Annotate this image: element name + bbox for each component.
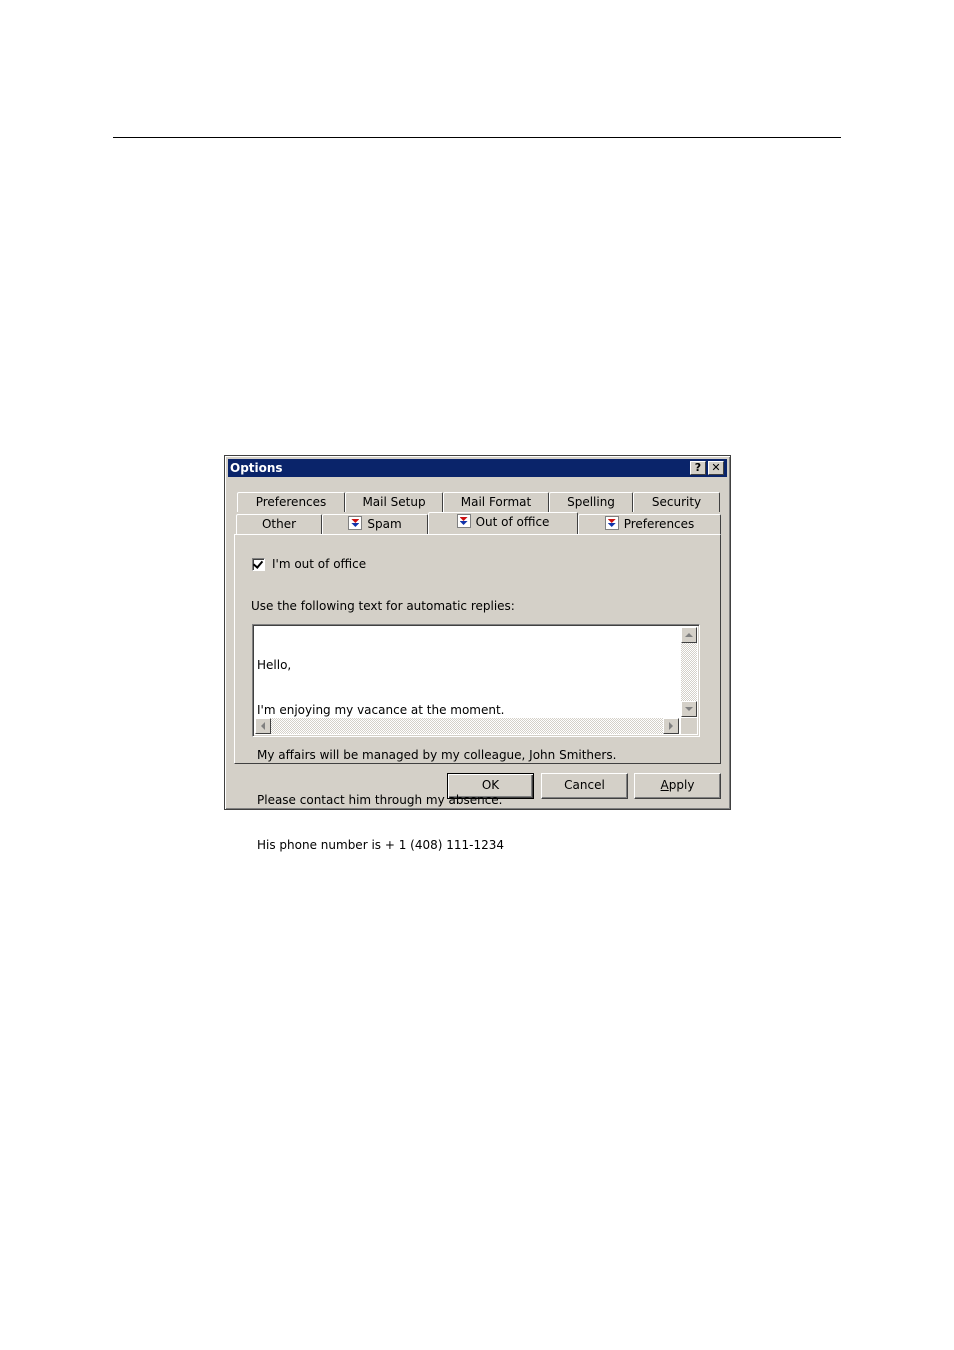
- reply-line: His phone number is + 1 (408) 111-1234: [257, 838, 505, 852]
- apply-label: Apply: [660, 778, 695, 792]
- arrow-left-icon: [257, 722, 265, 730]
- tab-other[interactable]: Other: [236, 514, 322, 534]
- scroll-up-button[interactable]: [681, 627, 697, 643]
- title-bar: Options ? ✕: [228, 459, 727, 477]
- vertical-scrollbar[interactable]: [681, 627, 697, 717]
- arrow-right-icon: [669, 722, 677, 730]
- auto-reply-label: Use the following text for automatic rep…: [251, 599, 515, 613]
- out-of-office-panel: I'm out of office Use the following text…: [234, 534, 721, 852]
- auto-reply-text[interactable]: Hello, I'm enjoying my vacance at the mo…: [257, 628, 616, 883]
- tab-plugin-preferences[interactable]: Preferences: [578, 514, 721, 534]
- tab-out-of-office[interactable]: Out of office: [428, 512, 578, 534]
- tab-label: Out of office: [475, 515, 550, 529]
- tab-mail-setup[interactable]: Mail Setup: [345, 492, 443, 512]
- plugin-icon: [604, 516, 619, 530]
- arrow-up-icon: [685, 629, 693, 637]
- tab-label: Mail Format: [460, 495, 532, 509]
- reply-line: I'm enjoying my vacance at the moment.: [257, 703, 505, 717]
- horizontal-scrollbar[interactable]: [255, 718, 679, 734]
- scroll-left-button[interactable]: [255, 718, 271, 734]
- reply-line: My affairs will be managed by my colleag…: [257, 748, 617, 762]
- plugin-icon: [456, 514, 471, 528]
- tab-label: Spelling: [567, 495, 615, 509]
- tab-spam[interactable]: Spam: [322, 514, 428, 534]
- out-of-office-checkbox[interactable]: [252, 558, 265, 571]
- plugin-icon: [348, 516, 363, 530]
- checkmark-icon: [252, 558, 264, 569]
- tab-label: Preferences: [623, 517, 695, 531]
- tab-spelling[interactable]: Spelling: [549, 492, 633, 512]
- page-rule: [113, 137, 841, 138]
- scroll-right-button[interactable]: [663, 718, 679, 734]
- tab-preferences[interactable]: Preferences: [237, 492, 345, 512]
- arrow-down-icon: [685, 707, 693, 715]
- reply-line: Please contact him through my absence.: [257, 793, 503, 807]
- tab-security[interactable]: Security: [633, 492, 720, 512]
- tab-label: Spam: [367, 517, 402, 531]
- reply-line: Hello,: [257, 658, 292, 672]
- auto-reply-textarea[interactable]: Hello, I'm enjoying my vacance at the mo…: [252, 624, 700, 852]
- dialog-title: Options: [230, 461, 283, 475]
- apply-button[interactable]: Apply: [634, 773, 721, 799]
- close-button[interactable]: ✕: [708, 461, 724, 475]
- scrollbar-corner: [681, 718, 697, 734]
- help-button[interactable]: ?: [690, 461, 706, 475]
- out-of-office-checkbox-label[interactable]: I'm out of office: [272, 557, 366, 571]
- tab-mail-format[interactable]: Mail Format: [443, 492, 549, 512]
- tab-label: Mail Setup: [362, 495, 426, 509]
- options-dialog: Options ? ✕ Preferences Mail Setup Mail …: [224, 455, 731, 852]
- tab-label: Security: [651, 495, 702, 509]
- tab-label: Other: [261, 517, 297, 531]
- tab-label: Preferences: [255, 495, 327, 509]
- scroll-down-button[interactable]: [681, 701, 697, 717]
